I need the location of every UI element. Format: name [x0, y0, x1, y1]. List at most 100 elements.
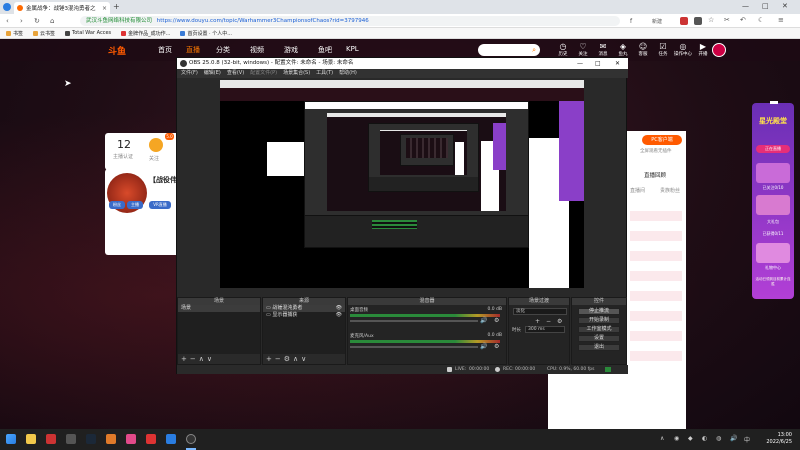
studio-mode-button[interactable]: 工作室模式 [578, 326, 620, 333]
steam-icon[interactable] [86, 434, 96, 444]
settings-button[interactable]: 设置 [578, 335, 620, 342]
obs-preview[interactable] [220, 80, 584, 288]
tools-icon[interactable]: ✂ [724, 16, 730, 24]
nav-item-kpl[interactable]: KPL [346, 45, 359, 53]
browser-taskbar-icon[interactable] [166, 434, 176, 444]
nav-item-live[interactable]: 直播 [186, 45, 200, 55]
transition-add-remove[interactable]: +−⚙ [535, 318, 568, 325]
tray-icon[interactable]: ∧ [660, 435, 664, 442]
tab-close-icon[interactable]: × [102, 5, 107, 12]
sidebar-pack-icon[interactable] [756, 195, 790, 215]
avatar[interactable] [712, 43, 726, 57]
search-icon[interactable]: ⌕ [532, 44, 536, 56]
toolbar-new-label[interactable]: 新建 [652, 18, 662, 25]
start-icon[interactable] [6, 434, 16, 444]
nav-item-category[interactable]: 分类 [216, 45, 230, 55]
follow-label[interactable]: 关注 [149, 155, 159, 162]
source-item[interactable]: ▭ 战锤混沌勇者 👁 [263, 305, 345, 312]
obs-close-button[interactable]: ✕ [615, 58, 620, 69]
close-button[interactable]: ✕ [782, 1, 788, 12]
tray-icon[interactable]: ◍ [716, 435, 721, 442]
douyu-logo[interactable]: 斗鱼 [108, 44, 126, 57]
reload-icon[interactable]: ↻ [34, 16, 40, 26]
nav-item-home[interactable]: 首页 [158, 45, 172, 55]
pc-client-button[interactable]: PC客户端 [642, 135, 682, 145]
menu-profile[interactable]: 配置文件(P) [250, 69, 277, 78]
night-mode-icon[interactable]: ☾ [758, 16, 764, 24]
fans-button[interactable]: 粉丝 [109, 201, 125, 209]
url-input[interactable]: 武汉斗鱼网络科技有限公司 https://www.douyu.com/topic… [80, 16, 620, 26]
network-icon[interactable]: ◉ [674, 435, 679, 442]
tab-review[interactable]: 直播回顾 [644, 171, 666, 179]
browser-logo-icon[interactable] [3, 3, 11, 11]
bookmark-item[interactable]: 金牌作品_成功作... [121, 30, 170, 37]
minimize-button[interactable]: — [742, 1, 749, 12]
volume-icon[interactable]: 🔊 [730, 435, 737, 442]
duration-input[interactable]: 300 ms [525, 326, 565, 333]
menu-scene-collection[interactable]: 场景集合(S) [283, 69, 310, 78]
speaker-icon[interactable]: 🔊 [480, 343, 487, 350]
bookmark-item[interactable]: Total War Acces [65, 30, 111, 36]
reader-icon[interactable]: f [630, 18, 632, 25]
extension-icon[interactable] [680, 17, 688, 25]
scene-item[interactable]: 场景 [178, 305, 260, 312]
profile-icon[interactable] [694, 17, 702, 25]
browser-tab[interactable]: 金属战争：战锤3混沌勇者之 × [14, 2, 110, 14]
nav-item-games[interactable]: 游戏 [284, 45, 298, 55]
sources-toolbar[interactable]: +−⚙∧∨ [263, 354, 345, 364]
start-recording-button[interactable]: 开始录制 [578, 317, 620, 324]
app-icon[interactable] [126, 434, 136, 444]
visibility-icon[interactable]: 👁 [336, 313, 342, 318]
visibility-icon[interactable]: 👁 [336, 306, 342, 311]
forward-icon[interactable]: › [20, 16, 23, 26]
service-icon[interactable]: ☺ 客服 [632, 42, 654, 57]
nav-item-video[interactable]: 视频 [250, 45, 264, 55]
menu-view[interactable]: 查看(V) [227, 69, 244, 78]
sidebar-gift-icon[interactable] [756, 163, 790, 183]
sidebar-collapse-icon[interactable] [770, 101, 778, 104]
maximize-button[interactable]: □ [762, 1, 769, 12]
app-icon[interactable] [46, 434, 56, 444]
new-tab-button[interactable]: + [113, 2, 120, 12]
message-icon[interactable]: ✉ 消息 [592, 42, 614, 57]
broadcast-icon[interactable]: ▶ 开播 [692, 42, 714, 57]
ime-icon[interactable]: 中 [744, 435, 750, 444]
app-icon[interactable] [146, 434, 156, 444]
sidebar-item-live[interactable]: 正在直播 [756, 145, 790, 153]
gear-icon[interactable]: ⚙ [494, 343, 499, 350]
sidebar-center-icon[interactable] [756, 243, 790, 263]
menu-help[interactable]: 帮助(H) [339, 69, 357, 78]
app-icon[interactable] [66, 434, 76, 444]
tray-icon[interactable]: ◐ [702, 435, 707, 442]
menu-edit[interactable]: 编辑(E) [204, 69, 221, 78]
explorer-icon[interactable] [26, 434, 36, 444]
nav-item-yuba[interactable]: 鱼吧 [318, 45, 332, 55]
menu-tools[interactable]: 工具(T) [316, 69, 333, 78]
gear-icon[interactable]: ⚙ [494, 317, 499, 324]
follow-icon[interactable] [149, 138, 163, 152]
tray-icon[interactable]: ◆ [688, 435, 693, 442]
vr-button[interactable]: VR直播 [149, 201, 171, 209]
volume-slider[interactable] [350, 320, 478, 322]
tab-room[interactable]: 直播间 [630, 187, 645, 194]
volume-slider[interactable] [350, 346, 478, 348]
menu-file[interactable]: 文件(F) [181, 69, 198, 78]
back-icon[interactable]: ‹ [6, 16, 9, 26]
anchor-button[interactable]: 主播 [127, 201, 143, 209]
stop-streaming-button[interactable]: 停止推流 [578, 308, 620, 315]
obs-taskbar-icon[interactable] [186, 434, 196, 444]
bookmark-item[interactable]: 云书签 [33, 30, 55, 37]
transition-select[interactable]: 淡化 [513, 308, 567, 315]
scenes-toolbar[interactable]: +−∧∨ [178, 354, 260, 364]
obs-maximize-button[interactable]: □ [595, 58, 601, 69]
follow-icon[interactable]: ♡ 关注 [572, 42, 594, 57]
search-input[interactable]: ⌕ [478, 44, 540, 56]
source-item[interactable]: ▭ 显示器捕获 👁 [263, 312, 345, 319]
bookmark-item[interactable]: 首页设置 · 个人中... [180, 30, 232, 37]
task-icon[interactable]: ☑ 任务 [652, 42, 674, 57]
system-clock[interactable]: 13:00 2022/6/25 [766, 432, 792, 446]
favorites-icon[interactable]: ☆ [708, 16, 714, 24]
bookmark-item[interactable]: 书签 [6, 30, 23, 37]
undo-icon[interactable]: ↶ [740, 16, 746, 24]
home-icon[interactable]: ⌂ [50, 16, 54, 26]
